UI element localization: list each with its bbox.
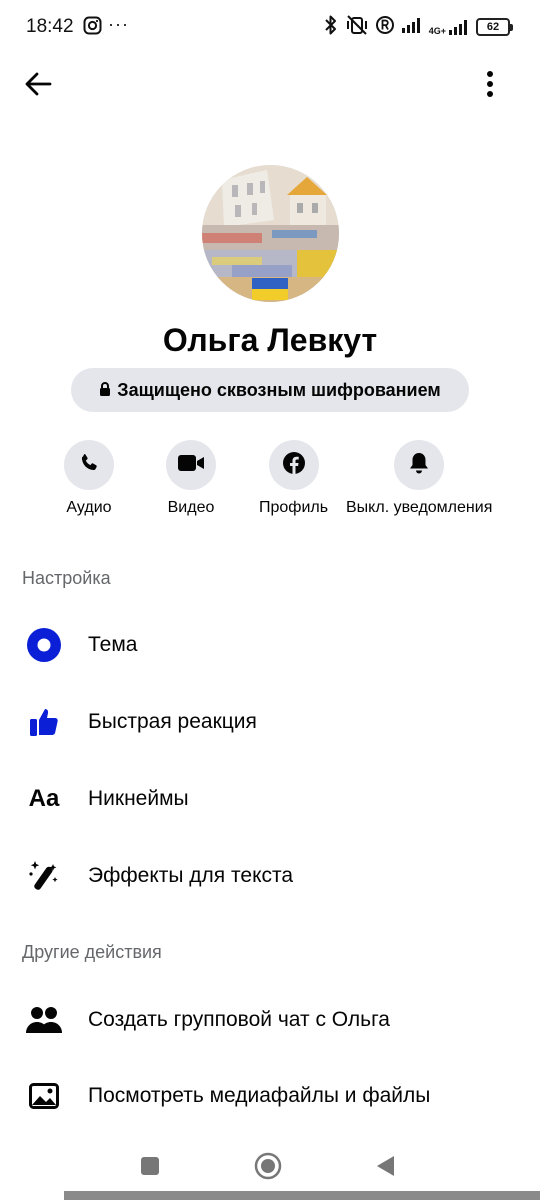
video-call-action[interactable]: Видео — [166, 440, 216, 517]
system-back-button[interactable] — [371, 1154, 399, 1182]
bluetooth-icon — [323, 14, 339, 41]
video-call-button[interactable] — [166, 440, 216, 490]
text-effects-row[interactable]: Эффекты для текста — [0, 846, 540, 906]
nicknames-label: Никнеймы — [88, 787, 189, 810]
quick-reaction-label: Быстрая реакция — [88, 710, 257, 733]
battery-icon: 62 — [476, 18, 513, 36]
profile-button[interactable] — [268, 440, 319, 490]
thumbs-up-icon — [24, 702, 64, 742]
more-notifications-icon: ··· — [108, 14, 129, 34]
settings-section-title: Настройка — [22, 568, 111, 588]
quick-reaction-row[interactable]: Быстрая реакция — [0, 692, 540, 752]
registered-icon — [375, 15, 395, 40]
view-media-label: Посмотреть медиафайлы и файлы — [88, 1084, 431, 1107]
mute-notifications-label: Выкл. уведомления — [346, 499, 493, 516]
video-camera-icon — [177, 453, 205, 478]
status-time: 18:42 — [26, 16, 74, 37]
network-type-label: 4G+ — [428, 26, 446, 36]
instagram-notification-icon — [83, 16, 102, 35]
triangle-back-icon — [374, 1154, 396, 1183]
back-button[interactable] — [20, 68, 56, 104]
profile-avatar[interactable] — [202, 165, 339, 302]
gesture-bar — [64, 1191, 540, 1200]
square-icon — [140, 1156, 160, 1181]
theme-label: Тема — [88, 633, 138, 656]
profile-name: Ольга Левкут — [162, 322, 378, 358]
theme-row[interactable]: Тема — [0, 615, 540, 675]
create-group-chat-label: Создать групповой чат с Ольга — [88, 1008, 390, 1031]
audio-call-action[interactable]: Аудио — [64, 440, 114, 517]
image-icon — [24, 1076, 64, 1116]
lock-icon — [99, 380, 111, 401]
group-icon — [24, 1000, 64, 1040]
mute-notifications-action[interactable]: Выкл. уведомления — [346, 440, 492, 517]
facebook-icon — [282, 451, 306, 480]
theme-icon — [24, 625, 64, 665]
recents-button[interactable] — [136, 1154, 164, 1182]
nickname-icon: Aa — [28, 785, 60, 812]
audio-call-label: Аудио — [66, 499, 112, 516]
magic-wand-icon — [24, 856, 64, 896]
arrow-left-icon — [24, 72, 52, 101]
status-icons: 4G+ 62 — [323, 14, 513, 41]
video-call-label: Видео — [167, 499, 215, 516]
battery-level: 62 — [486, 21, 500, 33]
phone-icon — [78, 452, 100, 479]
home-button[interactable] — [253, 1152, 283, 1185]
profile-action[interactable]: Профиль — [259, 440, 328, 517]
profile-label: Профиль — [259, 499, 329, 516]
other-section-title: Другие действия — [22, 942, 162, 962]
signal-icon — [401, 16, 423, 39]
encryption-badge[interactable]: Защищено сквозным шифрованием — [71, 368, 469, 412]
text-effects-label: Эффекты для текста — [88, 864, 294, 887]
nicknames-row[interactable]: Aa Никнеймы — [0, 769, 540, 829]
mute-notifications-button[interactable] — [394, 440, 445, 490]
more-vertical-icon — [486, 70, 494, 103]
lte-signal-icon: 4G+ — [429, 18, 470, 36]
encryption-label: Защищено сквозным шифрованием — [117, 379, 441, 400]
quick-actions: Аудио Видео Профиль Выкл. уведомления — [0, 440, 540, 530]
create-group-chat-row[interactable]: Создать групповой чат с Ольга — [0, 990, 540, 1050]
more-options-button[interactable] — [472, 68, 508, 104]
audio-call-button[interactable] — [64, 440, 114, 490]
vibrate-off-icon — [345, 14, 369, 41]
view-media-row[interactable]: Посмотреть медиафайлы и файлы — [0, 1066, 540, 1126]
status-bar: 18:42 ··· 4G+ 62 — [0, 0, 540, 54]
circle-home-icon — [254, 1152, 282, 1185]
bell-icon — [408, 451, 430, 480]
